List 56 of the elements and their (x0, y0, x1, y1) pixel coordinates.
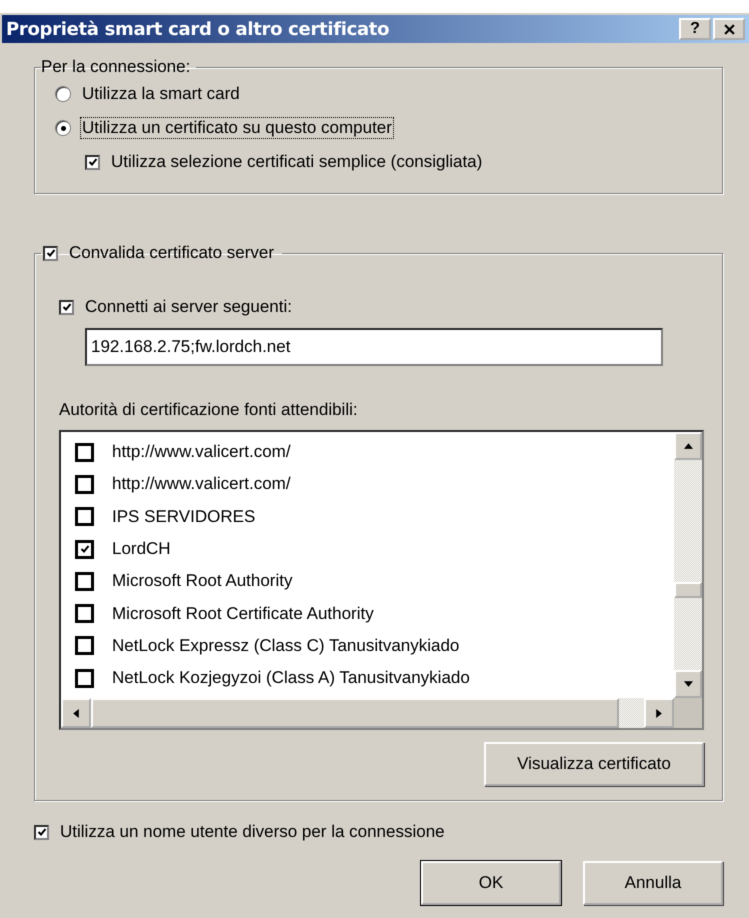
list-item[interactable]: http://www.valicert.com/ (75, 468, 674, 501)
scrollbar-corner (674, 698, 702, 728)
horizontal-scrollbar[interactable] (61, 698, 702, 728)
checkbox[interactable] (43, 246, 58, 260)
check-icon (88, 157, 98, 167)
scroll-right-button[interactable] (644, 698, 674, 728)
close-icon (724, 24, 734, 34)
scroll-down-button[interactable] (674, 670, 702, 698)
checkbox-label[interactable]: Convalida certificato server (67, 242, 276, 264)
list-item[interactable]: IPS SERVIDORES (75, 500, 674, 533)
checkbox[interactable] (75, 604, 94, 624)
checkbox-label[interactable]: Connetti ai server seguenti: (83, 296, 294, 318)
checkbox[interactable] (75, 474, 94, 494)
scroll-thumb[interactable] (674, 582, 702, 598)
checkbox-label[interactable]: Utilizza selezione certificati semplice (consigliata) (109, 151, 484, 173)
cancel-button[interactable]: Annulla (583, 861, 723, 906)
vertical-scrollbar[interactable] (674, 432, 702, 698)
checkbox[interactable] (75, 572, 94, 591)
help-button[interactable]: ? (679, 18, 711, 40)
checkbox[interactable] (59, 300, 74, 314)
checkbox[interactable] (34, 824, 49, 840)
up-arrow-icon (684, 443, 692, 449)
ok-button[interactable]: OK (421, 861, 561, 906)
list-item[interactable]: Microsoft Root Authority (75, 565, 674, 598)
checkbox[interactable] (75, 636, 94, 656)
check-icon (80, 544, 90, 554)
view-certificate-button[interactable]: Visualizza certificato (484, 742, 704, 786)
close-button[interactable] (713, 18, 745, 40)
scroll-thumb[interactable] (91, 698, 619, 728)
list-item[interactable]: Microsoft Root Certificate Authority (75, 597, 674, 630)
scroll-up-button[interactable] (674, 432, 702, 460)
left-arrow-icon (73, 708, 79, 718)
check-icon (36, 827, 46, 838)
server-input-field[interactable]: 192.168.2.75;fw.lordch.net (85, 328, 663, 366)
radio-button[interactable] (55, 86, 71, 102)
checkbox[interactable] (85, 154, 100, 170)
list-item[interactable]: LordCH (75, 532, 674, 566)
checkbox[interactable] (75, 442, 94, 462)
check-icon (46, 248, 56, 258)
window-title: Proprietà smart card o altro certificato (6, 18, 390, 40)
list-label: Autorità di certificazione fonti attendibili: (59, 400, 359, 420)
list-item[interactable]: NetLock Kozjegyzoi (Class A) Tanusitvanykiado (75, 662, 674, 694)
check-icon (62, 302, 72, 312)
checkbox[interactable] (75, 540, 94, 559)
radio-label[interactable]: Utilizza la smart card (80, 83, 242, 105)
checkbox[interactable] (75, 507, 94, 526)
checkbox[interactable] (75, 668, 94, 688)
right-arrow-icon (656, 708, 662, 718)
down-arrow-icon (684, 681, 692, 688)
radio-button[interactable] (55, 120, 71, 136)
list-item[interactable]: NetLock Expressz (Class C) Tanusitvanykiado (75, 630, 674, 662)
scroll-left-button[interactable] (61, 698, 91, 728)
radio-label[interactable]: Utilizza un certificato su questo computer (80, 117, 394, 139)
checkbox-label[interactable]: Utilizza un nome utente diverso per la connessione (58, 821, 447, 844)
group-label: Per la connessione: (41, 57, 190, 76)
list-item[interactable]: http://www.valicert.com/ (75, 436, 674, 468)
